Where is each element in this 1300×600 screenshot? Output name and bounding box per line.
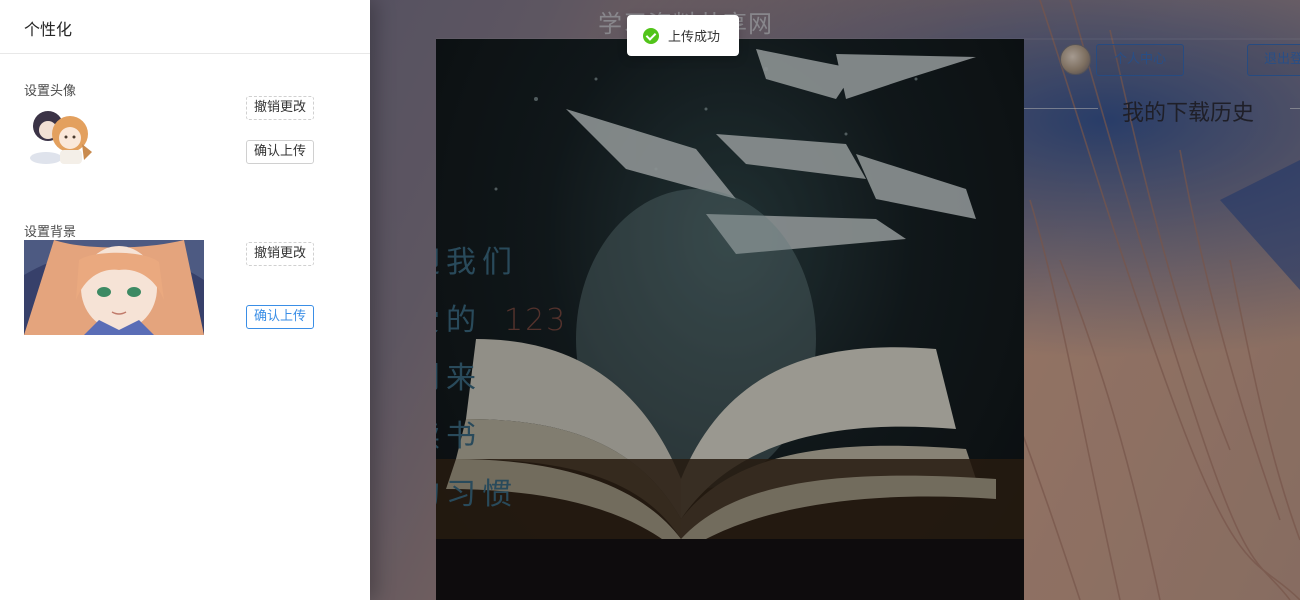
background-revert-button[interactable]: 撤销更改 [246,242,314,266]
avatar-section-label: 设置头像 [24,84,77,99]
personalization-drawer: 个性化 设置头像 撤销更改 确认上传 设置背景 撤销更改 确认上传 [0,0,370,600]
background-upload-button[interactable]: 确认上传 [246,305,314,329]
avatar-revert-button[interactable]: 撤销更改 [246,96,314,120]
background-section-label: 设置背景 [24,225,77,240]
upload-success-toast: 上传成功 [627,15,739,56]
avatar-upload-button[interactable]: 确认上传 [246,140,314,164]
check-circle-icon [643,27,659,44]
background-preview-image[interactable] [24,240,204,335]
toast-message: 上传成功 [668,30,721,45]
drawer-title: 个性化 [0,0,370,54]
avatar-preview-image[interactable] [26,100,96,168]
